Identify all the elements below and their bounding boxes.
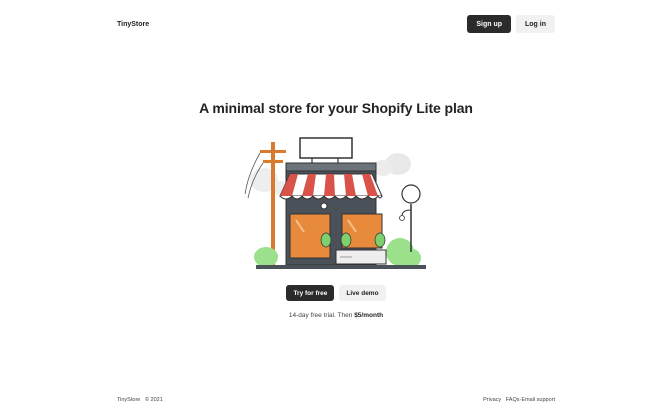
live-demo-button[interactable]: Live demo (339, 285, 386, 301)
footer-copyright: © 2021 (144, 397, 163, 403)
trial-price: $5/month (354, 312, 384, 319)
trial-note: 14-day free trial. Then $5/month (0, 312, 672, 319)
footer-brand: TinyStore (117, 397, 141, 403)
storefront-illustration (244, 137, 426, 269)
footer-links: Privacy FAQs·Email support (483, 397, 555, 403)
trial-prefix: 14-day free trial. Then (288, 312, 355, 319)
footer-link-faqs[interactable]: FAQs (506, 397, 520, 403)
site-footer: TinyStore © 2021 Privacy FAQs·Email supp… (117, 397, 555, 403)
auth-buttons: Sign up Log in (467, 15, 555, 33)
footer-link-email-support[interactable]: Email support (521, 397, 555, 403)
signup-button[interactable]: Sign up (467, 15, 511, 33)
brand-logo[interactable]: TinyStore (117, 21, 149, 28)
hero-cta-group: Try for free Live demo (0, 285, 672, 301)
site-header: TinyStore Sign up Log in (117, 14, 555, 34)
footer-left: TinyStore © 2021 (117, 397, 163, 403)
login-button[interactable]: Log in (516, 15, 555, 33)
try-for-free-button[interactable]: Try for free (286, 285, 335, 301)
footer-link-privacy[interactable]: Privacy (483, 397, 501, 403)
hero-title: A minimal store for your Shopify Lite pl… (199, 100, 473, 116)
